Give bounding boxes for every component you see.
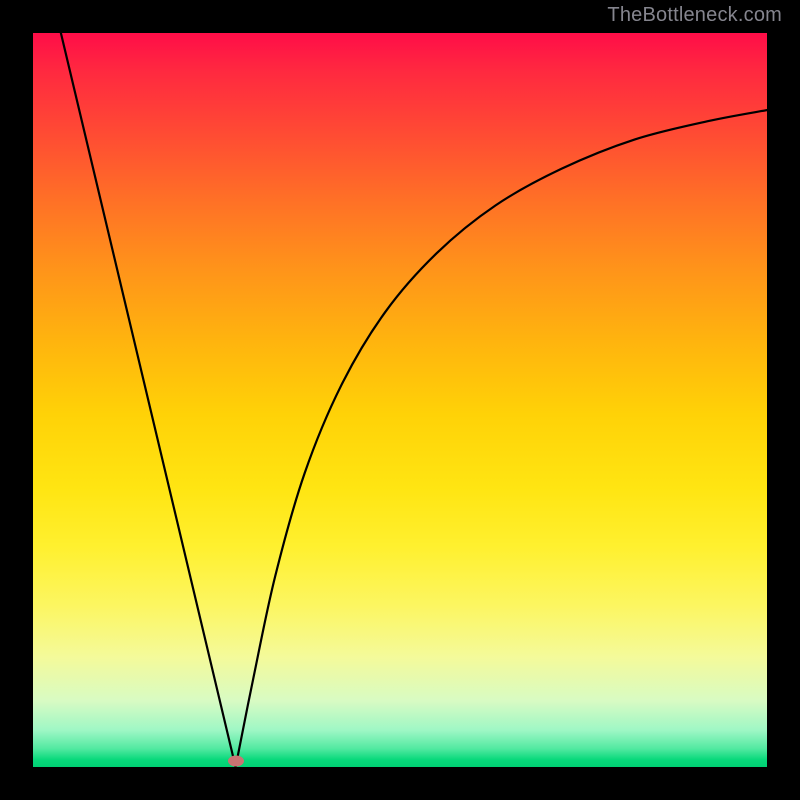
- watermark-text: TheBottleneck.com: [607, 4, 782, 27]
- plot-area: [33, 33, 767, 767]
- well-minimum-marker: [228, 756, 244, 767]
- curve-svg: [33, 33, 767, 767]
- chart-frame: TheBottleneck.com: [0, 0, 800, 800]
- bottleneck-curve: [61, 33, 767, 767]
